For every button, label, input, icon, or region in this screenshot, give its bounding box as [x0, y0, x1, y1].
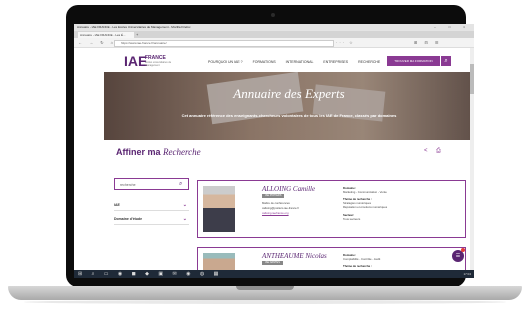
- expert-email: calloing@poitiers.iae-france.fr: [262, 206, 300, 210]
- address-bar[interactable]: https://www.iae-france.fr/annuaire/: [114, 40, 334, 47]
- research-value-2: Réputation et émotions numériques: [343, 205, 388, 209]
- laptop-shadow: [24, 300, 506, 304]
- hero-subtitle: Cet annuaire référence des enseignants-c…: [181, 113, 397, 118]
- menu-item-entreprises[interactable]: ENTREPRISES: [323, 60, 348, 64]
- taskbar: ⊞ ⌕ ▭ ◉ ◼ ◆ ▣ ✉ ◉ ◍ ▦ 17:04: [74, 270, 474, 278]
- sector-value: Tous secteurs: [343, 217, 361, 221]
- chevron-down-icon: ⌄: [182, 216, 187, 222]
- iae-badge: IAE NANTES: [262, 261, 283, 265]
- iae-badge: IAE POITIERS: [262, 194, 285, 198]
- taskbar-icons[interactable]: ⊞ ⌕ ▭ ◉ ◼ ◆ ▣ ✉ ◉ ◍ ▦: [78, 271, 222, 277]
- scrollbar-thumb[interactable]: [470, 64, 474, 94]
- filter-domain-label: Domaine d'étude: [114, 217, 143, 221]
- hero-overlay: [104, 72, 474, 140]
- search-icon[interactable]: ⌕: [441, 56, 451, 66]
- share-icon[interactable]: <: [424, 148, 428, 154]
- tab-bar: Annuaire - IAE FRANCE - Les É... +: [74, 31, 474, 38]
- navigation-bar: ← → ↻ ⌂ https://www.iae-france.fr/annuai…: [74, 38, 474, 48]
- chevron-down-icon: ⌄: [182, 202, 187, 208]
- expert-profile-link[interactable]: calloing.iaefrance.org: [262, 211, 289, 215]
- logo-mark[interactable]: IAE: [124, 53, 147, 69]
- find-training-button[interactable]: TROUVER MA FORMATION: [387, 56, 440, 66]
- logo-tagline: écoles universitaires de management: [145, 61, 172, 67]
- menu-item-recherche[interactable]: RECHERCHE: [358, 60, 380, 64]
- domain-value: Comptabilité - Contrôle - Audit: [343, 257, 381, 261]
- refine-title-italic: Recherche: [163, 147, 201, 157]
- window-titlebar: Annuaire - IAE FRANCE - Les Ecoles Unive…: [74, 24, 474, 31]
- expert-photo: [203, 186, 235, 232]
- expert-name[interactable]: ALLOING Camille: [262, 185, 315, 193]
- expert-position: Maître de conférences: [262, 201, 290, 205]
- filter-iae-label: IAE: [114, 203, 120, 207]
- refine-heading: Affiner ma Recherche: [116, 147, 201, 157]
- browser-tools[interactable]: ⊞ ⊟ ☰: [414, 40, 442, 45]
- nav-buttons[interactable]: ← → ↻ ⌂: [78, 40, 116, 45]
- search-input[interactable]: recherche: [114, 178, 189, 190]
- webcam: [271, 13, 275, 17]
- notification-dot: [461, 248, 465, 252]
- filter-iae[interactable]: IAE ⌄: [114, 200, 189, 211]
- url-icons[interactable]: ··· ☆: [336, 40, 355, 45]
- research-label: Thème de recherche :: [343, 264, 372, 268]
- laptop-screen: Annuaire - IAE FRANCE - Les Ecoles Unive…: [74, 24, 474, 278]
- expert-name[interactable]: ANTHEAUME Nicolas: [262, 252, 327, 260]
- hero-title: Annuaire des Experts: [233, 86, 345, 101]
- menu-item-formations[interactable]: FORMATIONS: [253, 60, 276, 64]
- window-title: Annuaire - IAE FRANCE - Les Ecoles Unive…: [77, 25, 191, 29]
- laptop-notch: [236, 286, 294, 290]
- window-controls[interactable]: – □ ×: [434, 24, 471, 31]
- print-icon[interactable]: ⎙: [436, 148, 441, 155]
- expert-card[interactable]: ALLOING Camille IAE POITIERS Maître de c…: [197, 180, 466, 238]
- domain-value: Marketing - Communication - Vente: [343, 190, 387, 194]
- filter-domain[interactable]: Domaine d'étude ⌄: [114, 214, 189, 225]
- taskbar-clock: 17:04: [463, 272, 471, 276]
- menu-item-international[interactable]: INTERNATIONAL: [286, 60, 314, 64]
- search-glass-icon[interactable]: ⌕: [179, 178, 182, 190]
- menu-item-pourquoi[interactable]: POURQUOI UN IAE ?: [208, 60, 243, 64]
- refine-title: Affiner ma: [116, 147, 161, 157]
- hero-banner: [104, 72, 474, 140]
